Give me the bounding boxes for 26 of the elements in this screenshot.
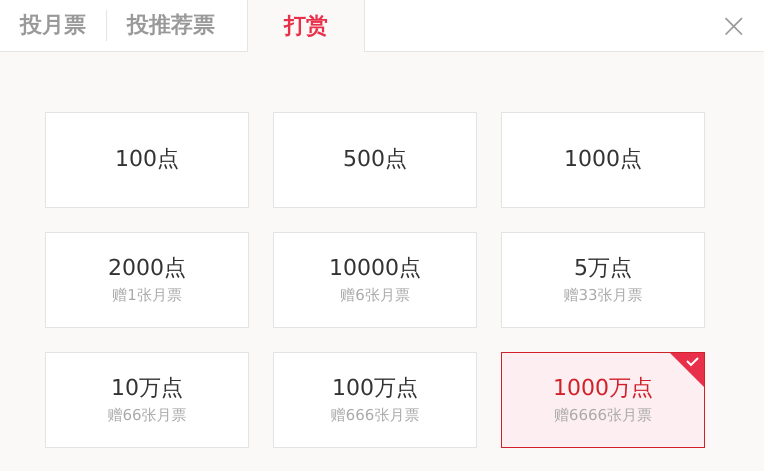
amount-option[interactable]: 100点 bbox=[45, 112, 249, 208]
amount-option[interactable]: 10万点 赠66张月票 bbox=[45, 352, 249, 448]
bonus-label: 赠6666张月票 bbox=[554, 405, 652, 426]
bonus-label: 赠6张月票 bbox=[340, 285, 410, 306]
amount-label: 1000点 bbox=[564, 146, 642, 174]
amount-option[interactable]: 10000点 赠6张月票 bbox=[273, 232, 477, 328]
amount-label: 500点 bbox=[343, 146, 407, 174]
check-corner-icon bbox=[670, 353, 704, 387]
bonus-label: 赠1张月票 bbox=[112, 285, 182, 306]
amount-label: 10000点 bbox=[329, 255, 421, 283]
amount-label: 100万点 bbox=[332, 375, 418, 403]
amount-option[interactable]: 1000点 bbox=[501, 112, 705, 208]
amount-option[interactable]: 5万点 赠33张月票 bbox=[501, 232, 705, 328]
amount-option[interactable]: 2000点 赠1张月票 bbox=[45, 232, 249, 328]
amount-label: 1000万点 bbox=[553, 375, 653, 403]
amount-option[interactable]: 500点 bbox=[273, 112, 477, 208]
amount-label: 100点 bbox=[115, 146, 179, 174]
bonus-label: 赠66张月票 bbox=[107, 405, 187, 426]
bonus-label: 赠666张月票 bbox=[330, 405, 420, 426]
tab[interactable]: 打赏 bbox=[247, 0, 365, 52]
amount-option[interactable]: 1000万点 赠6666张月票 bbox=[501, 352, 705, 448]
amount-label: 5万点 bbox=[574, 255, 632, 283]
amount-label: 10万点 bbox=[111, 375, 183, 403]
bonus-label: 赠33张月票 bbox=[563, 285, 643, 306]
amount-option[interactable]: 100万点 赠666张月票 bbox=[273, 352, 477, 448]
amount-label: 2000点 bbox=[108, 255, 186, 283]
